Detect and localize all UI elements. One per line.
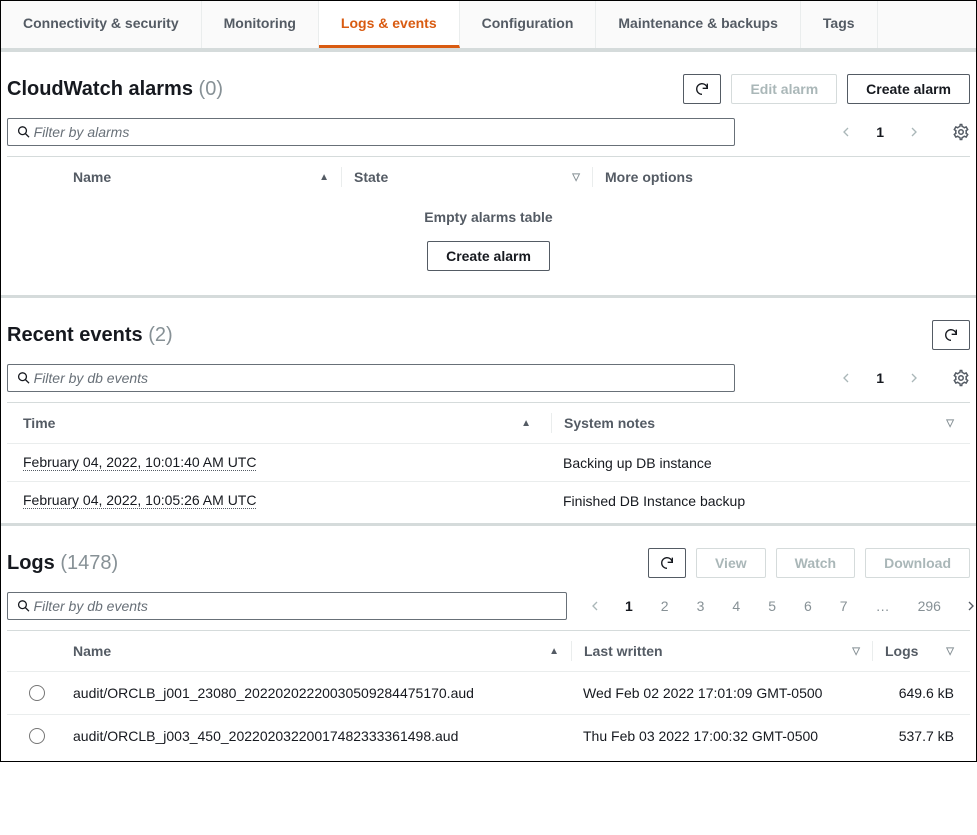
chevron-left-icon [838,124,854,140]
alarms-panel: CloudWatch alarms (0) Edit alarm Create … [1,49,976,295]
logs-page-6[interactable]: 6 [798,596,818,616]
tab-connectivity[interactable]: Connectivity & security [1,1,202,48]
log-written: Thu Feb 03 2022 17:00:32 GMT-0500 [583,728,818,744]
alarms-col-name[interactable]: Name [73,169,111,185]
tab-logs-events[interactable]: Logs & events [319,1,460,48]
sort-asc-icon [319,172,329,183]
tab-configuration[interactable]: Configuration [460,1,597,48]
logs-page-ellipsis: … [870,596,896,616]
alarms-next-page[interactable] [906,124,922,140]
alarms-col-state[interactable]: State [354,169,388,185]
gear-icon [952,123,970,141]
alarms-filter-input[interactable] [32,123,726,141]
events-page: 1 [870,368,890,388]
events-next-page[interactable] [906,370,922,386]
sort-desc-icon [572,172,580,183]
logs-filter-input[interactable] [32,597,558,615]
logs-col-name[interactable]: Name [73,643,111,659]
sort-desc-icon [946,418,954,429]
logs-download-button: Download [865,548,970,578]
log-size: 649.6 kB [899,685,954,701]
log-size: 537.7 kB [899,728,954,744]
tab-monitoring[interactable]: Monitoring [202,1,319,48]
log-name: audit/ORCLB_j003_450_2022020322001748233… [73,728,458,744]
events-title: Recent events [7,324,143,346]
logs-watch-button: Watch [776,548,855,578]
refresh-icon [943,327,959,343]
events-col-notes[interactable]: System notes [564,415,655,431]
refresh-icon [659,555,675,571]
sort-desc-icon [852,646,860,657]
search-icon [16,370,32,386]
refresh-icon [694,81,710,97]
log-name: audit/ORCLB_j001_23080_20220202220030509… [73,685,474,701]
table-row: audit/ORCLB_j001_23080_20220202220030509… [7,671,970,714]
table-row: February 04, 2022, 10:05:26 AM UTC Finis… [7,481,970,519]
alarms-empty-message: Empty alarms table [7,209,970,225]
event-time: February 04, 2022, 10:01:40 AM UTC [23,454,256,471]
log-select-radio[interactable] [29,728,45,744]
log-select-radio[interactable] [29,685,45,701]
alarms-settings[interactable] [952,123,970,141]
logs-prev-page[interactable] [587,598,603,614]
logs-page-7[interactable]: 7 [834,596,854,616]
logs-refresh-button[interactable] [648,548,686,578]
gear-icon [952,369,970,387]
search-icon [16,598,32,614]
chevron-right-icon [963,598,977,614]
log-written: Wed Feb 02 2022 17:01:09 GMT-0500 [583,685,822,701]
tab-maintenance[interactable]: Maintenance & backups [596,1,801,48]
alarms-page: 1 [870,122,890,142]
events-filter-input[interactable] [32,369,726,387]
edit-alarm-button: Edit alarm [731,74,837,104]
chevron-left-icon [587,598,603,614]
logs-page-5[interactable]: 5 [762,596,782,616]
alarms-filter[interactable] [7,118,735,146]
events-panel: Recent events (2) 1 [1,295,976,523]
chevron-right-icon [906,124,922,140]
events-filter[interactable] [7,364,735,392]
logs-next-page[interactable] [963,598,977,614]
alarms-empty-create-button[interactable]: Create alarm [427,241,550,271]
logs-page-last[interactable]: 296 [912,596,947,616]
alarms-refresh-button[interactable] [683,74,721,104]
events-col-time[interactable]: Time [23,415,55,431]
logs-page-2[interactable]: 2 [655,596,675,616]
logs-title: Logs [7,552,55,574]
create-alarm-button[interactable]: Create alarm [847,74,970,104]
logs-col-size[interactable]: Logs [885,643,918,659]
logs-count: (1478) [60,552,118,574]
logs-view-button: View [696,548,766,578]
events-count: (2) [148,324,172,346]
alarms-prev-page[interactable] [838,124,854,140]
tab-bar: Connectivity & security Monitoring Logs … [1,1,976,49]
alarms-count: (0) [199,78,223,100]
logs-page-3[interactable]: 3 [691,596,711,616]
alarms-title: CloudWatch alarms [7,78,193,100]
table-row: audit/ORCLB_j003_450_2022020322001748233… [7,714,970,757]
logs-page-4[interactable]: 4 [726,596,746,616]
events-refresh-button[interactable] [932,320,970,350]
tab-tags[interactable]: Tags [801,1,878,48]
logs-col-written[interactable]: Last written [584,643,663,659]
sort-asc-icon [521,418,531,429]
event-notes: Backing up DB instance [563,455,712,471]
logs-filter[interactable] [7,592,567,620]
logs-panel: Logs (1478) View Watch Download [1,523,976,761]
event-time: February 04, 2022, 10:05:26 AM UTC [23,492,256,509]
events-prev-page[interactable] [838,370,854,386]
table-row: February 04, 2022, 10:01:40 AM UTC Backi… [7,443,970,481]
chevron-left-icon [838,370,854,386]
logs-page-1[interactable]: 1 [619,596,639,616]
events-settings[interactable] [952,369,970,387]
sort-desc-icon [946,646,954,657]
alarms-col-more[interactable]: More options [605,169,693,185]
sort-asc-icon [549,646,559,657]
event-notes: Finished DB Instance backup [563,493,745,509]
search-icon [16,124,32,140]
chevron-right-icon [906,370,922,386]
